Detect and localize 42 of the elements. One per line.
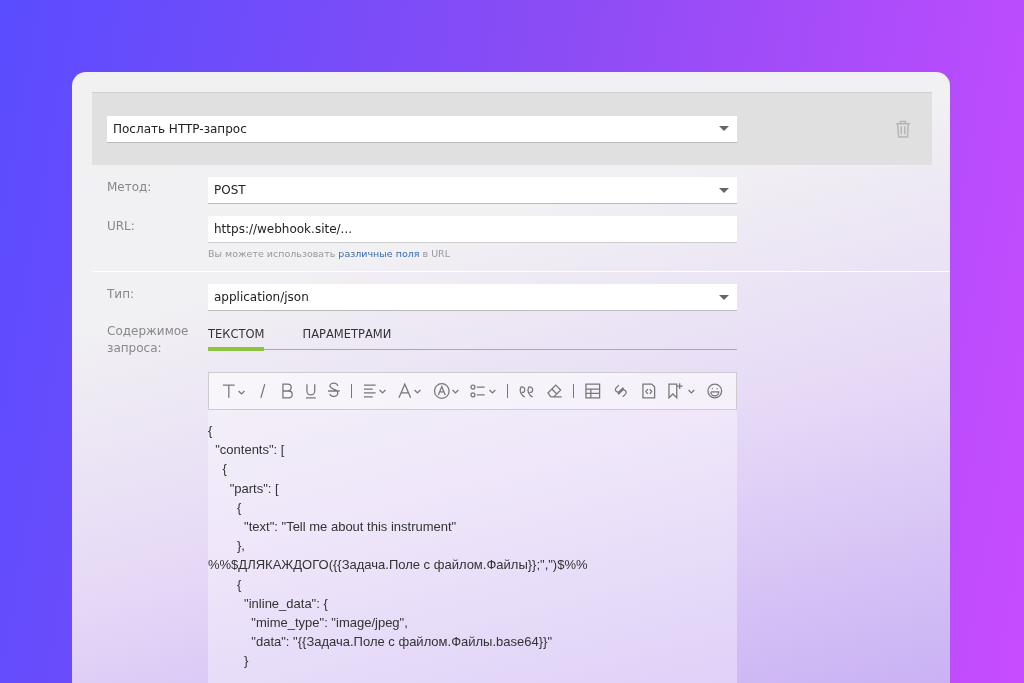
bold-icon[interactable] <box>280 382 294 400</box>
code-line: "inline_data": { <box>243 594 329 613</box>
tab[interactable]: ПАРАМЕТРАМИ <box>302 327 392 351</box>
tab[interactable]: ТЕКСТОМ <box>208 327 265 351</box>
align-icon[interactable] <box>361 382 388 400</box>
emoji-icon[interactable] <box>706 382 724 400</box>
table-icon[interactable] <box>584 382 602 400</box>
code-line: { <box>235 498 243 517</box>
caret-icon <box>719 294 729 300</box>
field-label: Тип: <box>107 286 136 303</box>
text-size-icon[interactable] <box>221 382 247 400</box>
fields-link[interactable]: различные поля <box>338 248 420 259</box>
code-line: } <box>243 652 250 671</box>
select-field[interactable]: POST <box>208 177 737 204</box>
code-line: "parts": [ <box>228 479 280 498</box>
caret-icon <box>719 126 729 131</box>
font-color-icon[interactable] <box>397 382 423 400</box>
code-line: %%$ДЛЯКАЖДОГО({{Задача.Поле с файлом.Файлы}};",")$%% <box>208 556 589 575</box>
code-line: { <box>221 460 228 479</box>
code-line: { <box>235 575 243 594</box>
bookmark-add-icon[interactable] <box>667 382 697 400</box>
field-label: Метод: <box>107 179 153 196</box>
strikethrough-icon[interactable] <box>327 382 341 400</box>
link-icon[interactable] <box>612 382 630 400</box>
code-line: "text": "Tell me about this instrument" <box>243 518 458 536</box>
code-line: { <box>208 422 214 440</box>
select-field[interactable]: application/json <box>208 284 737 311</box>
eraser-icon[interactable] <box>545 382 564 400</box>
highlight-icon[interactable] <box>432 382 461 400</box>
code-line: "mime_type": "image/jpeg", <box>250 614 409 633</box>
hint-text: Вы можете использовать различные поля в URL <box>208 248 450 259</box>
code-line: }, <box>235 537 246 556</box>
code-line: "data": "{{Задача.Поле с файлом.Файлы.base64}}" <box>250 633 553 652</box>
code-line: "contents": [ <box>214 441 286 460</box>
list-icon[interactable] <box>470 382 498 400</box>
caret-icon <box>719 187 729 193</box>
field-label: Содержимое запроса: <box>107 323 187 357</box>
input-field[interactable]: https://webhook.site/... <box>208 216 737 243</box>
underline-icon[interactable] <box>303 382 318 400</box>
code-block-icon[interactable] <box>639 382 658 400</box>
action-select[interactable]: Послать HTTP-запрос <box>107 115 737 143</box>
field-label: URL: <box>107 218 136 235</box>
